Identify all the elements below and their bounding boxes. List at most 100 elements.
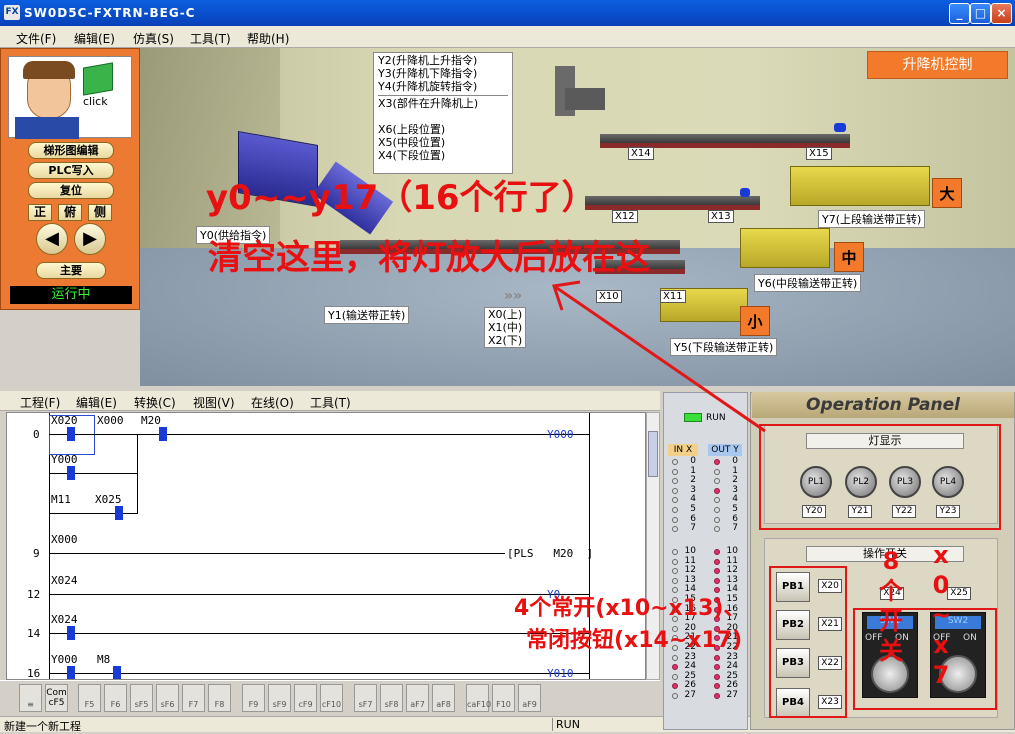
- input-number: 27: [684, 690, 696, 700]
- toolbar-button[interactable]: F10: [492, 684, 515, 712]
- reset-button[interactable]: 复位: [28, 182, 114, 199]
- menu-project[interactable]: 工程(F): [20, 394, 60, 411]
- avatar: click: [8, 56, 132, 139]
- output-led: [714, 654, 720, 661]
- menu-editor-tools[interactable]: 工具(T): [310, 394, 351, 411]
- coil-label: PLS: [513, 547, 534, 560]
- toolbar-button[interactable]: sF6: [156, 684, 179, 712]
- size-middle-badge: 中: [834, 242, 864, 272]
- pls-instruction[interactable]: [PLS M20 ]: [507, 547, 593, 560]
- output-number: 7: [732, 523, 738, 534]
- run-status: 运行中: [10, 286, 132, 304]
- input-led: [672, 507, 678, 513]
- info-x4: X4(下段位置): [378, 149, 446, 162]
- toolbar-button[interactable]: Com cF5: [45, 684, 68, 712]
- output-number: 12: [726, 565, 738, 576]
- annotation-pb-box: [769, 566, 847, 718]
- annotation-arrow: [552, 280, 766, 433]
- toolbar-button[interactable]: sF9: [268, 684, 291, 712]
- toolbar-button[interactable]: sF8: [380, 684, 403, 712]
- lift-control-button[interactable]: 升降机控制: [867, 51, 1008, 79]
- menu-tools[interactable]: 工具(T): [190, 30, 231, 47]
- toolbar-button[interactable]: F5: [78, 684, 101, 712]
- title-bar: FX SW0D5C-FXTRN-BEG-C _ □ ×: [0, 0, 1015, 26]
- rung-line: [49, 434, 589, 435]
- input-number: 24: [684, 661, 696, 672]
- view-top-button[interactable]: 俯: [58, 204, 82, 221]
- scrollbar-thumb[interactable]: [648, 431, 658, 477]
- output-number: 3: [732, 484, 738, 495]
- toolbar-button[interactable]: caF10: [466, 684, 491, 712]
- avatar-suit-icon: [15, 117, 79, 139]
- menu-file[interactable]: 文件(F): [16, 30, 56, 47]
- rung-line: [49, 513, 137, 514]
- io-rows: 0 0 1 1 2 2 3 3 4 4 5 5 6 6 7 7 10 10 11 11 12 12 13 13 14 14 15 15…: [664, 393, 749, 731]
- contact-active[interactable]: [67, 626, 75, 640]
- book-icon[interactable]: [83, 62, 113, 96]
- toolbar-button[interactable]: ≡: [19, 684, 42, 712]
- menu-convert[interactable]: 转换(C): [134, 394, 176, 411]
- info-y2: Y2(升降机上升指令): [378, 54, 478, 67]
- contact-active[interactable]: [115, 506, 123, 520]
- main-button[interactable]: 主要: [36, 262, 106, 279]
- view-front-button[interactable]: 正: [28, 204, 52, 221]
- menu-online[interactable]: 在线(O): [251, 394, 294, 411]
- coil-label[interactable]: Y010: [547, 667, 574, 679]
- toolbar-button[interactable]: aF9: [518, 684, 541, 712]
- annotation-lamp-box: [759, 424, 1001, 530]
- contact-active[interactable]: [67, 466, 75, 480]
- contact-active[interactable]: [67, 666, 75, 679]
- next-arrow-button[interactable]: ▶: [74, 223, 106, 255]
- contact-active[interactable]: [159, 427, 167, 441]
- toolbar-button[interactable]: F9: [242, 684, 265, 712]
- annotation-switch-box: [853, 608, 997, 710]
- toolbar-button[interactable]: F6: [104, 684, 127, 712]
- contact-active[interactable]: [67, 427, 75, 441]
- size-large-badge: 大: [932, 178, 962, 208]
- input-number: 1: [690, 465, 696, 476]
- input-led: [672, 693, 678, 699]
- toolbar-button[interactable]: F8: [208, 684, 231, 712]
- output-led: [714, 468, 720, 475]
- info-y3: Y3(升降机下降指令): [378, 67, 478, 80]
- toolbar-button[interactable]: cF10: [320, 684, 343, 712]
- y7-label: Y7(上段输送带正转): [818, 210, 926, 228]
- ladder-edit-button[interactable]: 梯形图编辑: [28, 142, 114, 159]
- prev-arrow-button[interactable]: ◀: [36, 223, 68, 255]
- rung-line: [49, 633, 589, 634]
- menu-bar: 文件(F) 编辑(E) 仿真(S) 工具(T) 帮助(H): [0, 26, 1015, 48]
- menu-view[interactable]: 视图(V): [193, 394, 235, 411]
- plc-write-button[interactable]: PLC写入: [28, 162, 114, 179]
- view-side-button[interactable]: 侧: [88, 204, 112, 221]
- lift-head: [565, 88, 605, 110]
- menu-edit[interactable]: 编辑(E): [74, 30, 115, 47]
- input-led: [672, 497, 678, 504]
- contact-active[interactable]: [113, 666, 121, 679]
- large-bin: [790, 166, 930, 206]
- close-button[interactable]: ×: [991, 3, 1012, 24]
- direction-arrow-icon: »»: [504, 288, 523, 304]
- part-marker: [834, 123, 846, 132]
- annotation-normally-closed: 常闭按钮(x14~x17): [526, 628, 743, 653]
- io-monitor: RUN IN X OUT Y 0 0 1 1 2 2 3 3 4 4 5 5 6 6 7 7 10 10 11 11 1…: [663, 392, 748, 730]
- toolbar-button[interactable]: sF5: [130, 684, 153, 712]
- menu-editor-edit[interactable]: 编辑(E): [76, 394, 117, 411]
- input-led: [672, 664, 678, 671]
- sensor-x12: X12: [612, 210, 638, 223]
- output-number: 24: [726, 661, 738, 672]
- output-number: 13: [726, 574, 738, 585]
- input-number: 25: [684, 670, 696, 681]
- toolbar-button[interactable]: aF7: [406, 684, 429, 712]
- maximize-button[interactable]: □: [970, 3, 991, 24]
- info-x3: X3(部件在升降机上): [378, 95, 508, 110]
- output-number: 0: [732, 456, 738, 466]
- toolbar-button[interactable]: sF7: [354, 684, 377, 712]
- toolbar-button[interactable]: F7: [182, 684, 205, 712]
- menu-help[interactable]: 帮助(H): [247, 30, 289, 47]
- menu-simulate[interactable]: 仿真(S): [133, 30, 174, 47]
- output-led: [714, 664, 720, 671]
- toolbar-button[interactable]: aF8: [432, 684, 455, 712]
- toolbar-button[interactable]: cF9: [294, 684, 317, 712]
- rung-line: [49, 594, 589, 595]
- minimize-button[interactable]: _: [949, 3, 970, 24]
